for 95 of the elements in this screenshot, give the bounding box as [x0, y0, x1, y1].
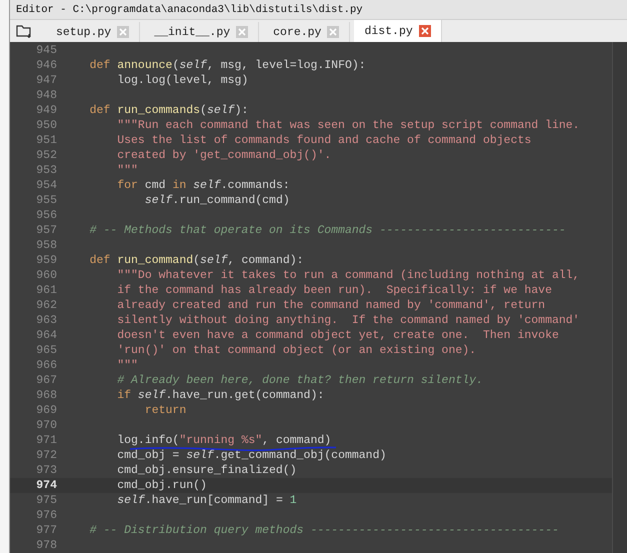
self-keyword: self — [116, 494, 145, 507]
line-number: 969 — [35, 404, 57, 417]
code-comment: # Already been here, done that? then return silently. — [116, 374, 483, 387]
string-literal: Uses the list of commands found and cache of command objects — [116, 134, 532, 147]
string-literal: """Do whatever it takes to run a command (including nothing at all, — [116, 269, 580, 282]
self-keyword: self — [206, 104, 235, 117]
string-literal: doesn't even have a command object yet, create one. Then invoke — [116, 329, 559, 342]
string-literal: if the command has already been run). Specifically: if we have — [116, 284, 552, 297]
line-number: 961 — [35, 284, 57, 297]
keyword: return — [144, 404, 186, 417]
code-text: , command) — [262, 434, 332, 447]
line-number: 946 — [35, 59, 57, 72]
function-name: run_commands — [117, 104, 200, 117]
self-keyword: self — [186, 449, 214, 462]
scrollbar[interactable] — [612, 42, 627, 553]
line-number: 967 — [35, 374, 57, 387]
string-literal: "running %s" — [179, 434, 262, 447]
line-number: 972 — [35, 449, 57, 462]
keyword: for — [116, 179, 138, 192]
line-number: 977 — [35, 524, 57, 537]
code-comment: # -- Methods that operate on its Commands --------------------------- — [88, 224, 566, 237]
line-number: 947 — [35, 74, 57, 87]
line-number: 973 — [35, 464, 57, 477]
close-icon[interactable] — [236, 26, 248, 38]
keyword: if — [116, 389, 132, 402]
string-literal: 'run()' on that command object (or an existing one). — [116, 344, 476, 357]
close-icon[interactable] — [418, 25, 431, 37]
line-number: 974 — [35, 479, 57, 492]
self-keyword: self — [179, 59, 207, 72]
window-title: Editor - C:\programdata\anaconda3\lib\distutils\dist.py — [16, 4, 363, 16]
close-icon[interactable] — [117, 26, 130, 38]
line-number: 957 — [35, 224, 57, 237]
code-text: .run_command(cmd) — [172, 194, 290, 207]
line-number: 965 — [35, 344, 57, 357]
editor-tab[interactable]: dist.py — [354, 20, 442, 42]
code-text: log.log(level, msg) — [116, 74, 248, 87]
code-text: ( — [172, 59, 180, 72]
string-literal: """ — [116, 359, 138, 372]
line-number: 954 — [35, 179, 57, 192]
code-text: .have_run.get(command): — [166, 389, 324, 402]
code-text: cmd_obj.run() — [116, 479, 207, 492]
line-number: 960 — [35, 269, 57, 282]
line-number: 959 — [35, 254, 57, 267]
line-number: 962 — [35, 299, 57, 312]
code-text: cmd_obj.ensure_finalized() — [116, 464, 297, 477]
folder-icon[interactable] — [16, 24, 32, 38]
code-text: .get_command_obj(command) — [214, 449, 386, 462]
code-text: .commands: — [220, 179, 290, 192]
code-text: ( — [200, 104, 207, 117]
line-number: 968 — [35, 389, 57, 402]
line-number: 958 — [35, 239, 57, 252]
keyword: in — [172, 179, 188, 192]
line-number: 948 — [35, 89, 57, 102]
code-text: cmd_obj = — [116, 449, 180, 462]
line-number: 952 — [35, 149, 57, 162]
keyword: def — [88, 254, 112, 267]
string-literal: """Run each command that was seen on the setup script command line. — [116, 119, 580, 132]
line-number: 951 — [35, 134, 57, 147]
line-number: 950 — [35, 119, 57, 132]
self-keyword: self — [200, 254, 228, 267]
close-icon[interactable] — [327, 26, 340, 38]
code-text: .have_run[command] = — [144, 494, 284, 507]
line-number: 955 — [35, 194, 57, 207]
line-number: 976 — [35, 509, 57, 522]
line-number: 964 — [35, 329, 57, 342]
line-number: 978 — [35, 539, 57, 552]
line-number: 966 — [35, 359, 57, 372]
code-text: ): — [234, 104, 248, 117]
code-text: , command): — [228, 254, 304, 267]
line-number: 971 — [35, 434, 57, 447]
line-number: 949 — [35, 104, 57, 117]
self-keyword: self — [144, 194, 172, 207]
string-literal: created by 'get_command_obj()'. — [116, 149, 332, 162]
code-text: ( — [193, 254, 200, 267]
line-number: 953 — [35, 164, 57, 177]
line-number: 963 — [35, 314, 57, 327]
code-text: cmd — [144, 179, 167, 192]
string-literal: """ — [116, 164, 138, 177]
self-keyword: self — [193, 179, 221, 192]
number-literal: 1 — [290, 494, 297, 507]
function-name: announce — [117, 59, 172, 72]
keyword: def — [88, 104, 112, 117]
line-number: 970 — [35, 419, 57, 432]
keyword: def — [88, 59, 112, 72]
code-comment: # -- Distribution query methods ------------------------------------ — [88, 524, 559, 537]
code-editor[interactable] — [10, 42, 627, 553]
code-text: log.info( — [116, 434, 180, 447]
self-keyword: self — [138, 389, 166, 402]
line-number: 956 — [35, 209, 57, 222]
string-literal: already created and run the command named by 'command', return — [116, 299, 546, 312]
line-number: 945 — [35, 44, 57, 57]
code-text: , msg, level=log.INFO): — [206, 59, 366, 72]
function-name: run_command — [117, 254, 194, 267]
line-number: 975 — [35, 494, 57, 507]
string-literal: silently without doing anything. If the command named by 'command' — [116, 314, 580, 327]
